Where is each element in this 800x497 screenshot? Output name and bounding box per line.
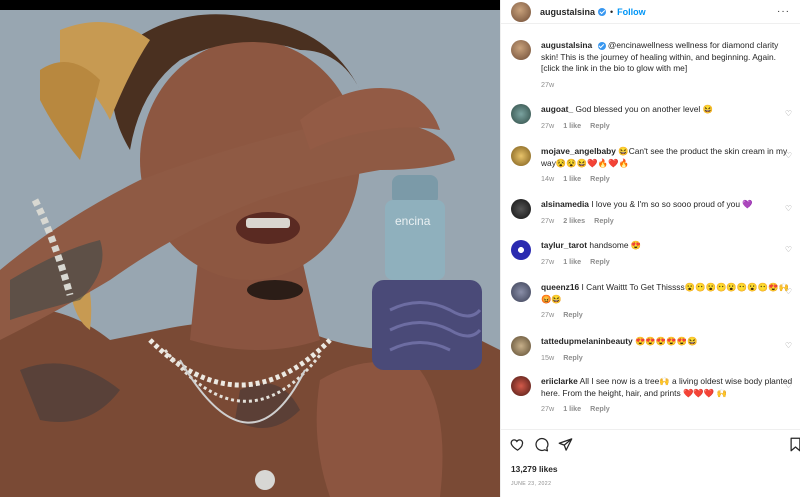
author-avatar[interactable] (511, 1, 531, 22)
comment-like-heart-icon[interactable]: ♡ (785, 341, 792, 350)
comment-item: alsinamedia I love you & I'm so so sooo … (511, 199, 796, 226)
reply-button[interactable]: Reply (590, 121, 610, 130)
more-options-button[interactable]: ··· (777, 6, 790, 17)
comment-username[interactable]: queenz16 (541, 282, 579, 292)
comment-username[interactable]: alsinamedia (541, 199, 589, 209)
comment-item: eriiclarke All I see now is a tree🙌 a li… (511, 376, 796, 415)
comment-like-heart-icon[interactable]: ♡ (785, 287, 792, 296)
follow-button[interactable]: Follow (617, 7, 646, 17)
caption: augustalsina @encinawellness wellness fo… (511, 40, 796, 90)
post-actions: 13,279 likes JUNE 23, 2022 (501, 429, 800, 497)
comment-likes[interactable]: 1 like (563, 404, 581, 413)
share-icon[interactable] (558, 437, 573, 452)
post-sidebar: augustalsina • Follow ··· augustalsina @… (500, 0, 800, 497)
comment-likes[interactable]: 2 likes (563, 216, 585, 225)
bookmark-icon[interactable] (788, 437, 800, 452)
comment-text: I love you & I'm so so sooo proud of you… (591, 199, 753, 209)
reply-button[interactable]: Reply (563, 310, 583, 319)
comment-text: All I see now is a tree🙌 a living oldest… (541, 376, 793, 398)
comment-time: 27w (541, 310, 555, 319)
reply-button[interactable]: Reply (590, 257, 610, 266)
heart-icon[interactable] (510, 437, 525, 452)
comment-like-heart-icon[interactable]: ♡ (785, 245, 792, 254)
commenter-avatar[interactable] (511, 199, 531, 219)
reply-button[interactable]: Reply (594, 216, 614, 225)
verified-icon (598, 7, 607, 16)
commenter-avatar[interactable] (511, 240, 531, 260)
reply-button[interactable]: Reply (563, 353, 583, 362)
comment-like-heart-icon[interactable]: ♡ (785, 109, 792, 118)
post-header: augustalsina • Follow ··· (501, 0, 800, 24)
commenter-avatar[interactable] (511, 282, 531, 302)
comment-like-heart-icon[interactable]: ♡ (785, 151, 792, 160)
comment-item: augoat_ God blessed you on another level… (511, 104, 796, 131)
comment-icon[interactable] (534, 437, 549, 452)
caption-time: 27w (541, 79, 555, 89)
comment-username[interactable]: eriiclarke (541, 376, 578, 386)
comment-item: taylur_tarot handsome 😍 27w 1 like Reply ♡ (511, 240, 796, 267)
photo-top-bar (0, 0, 500, 10)
bottle-brand-text: encina (395, 214, 431, 228)
comment-username[interactable]: taylur_tarot (541, 240, 587, 250)
commenter-avatar[interactable] (511, 146, 531, 166)
comment-text: 😍😍😍😍😍😆 (635, 336, 698, 346)
comment-likes[interactable]: 1 like (563, 257, 581, 266)
author-username[interactable]: augustalsina (540, 7, 595, 17)
comments-list[interactable]: augustalsina @encinawellness wellness fo… (501, 34, 800, 429)
comment-time: 27w (541, 215, 555, 225)
separator-dot: • (610, 6, 614, 17)
comment-text: handsome 😍 (589, 240, 642, 250)
comment-username[interactable]: augoat_ (541, 104, 573, 114)
comment-item: mojave_angelbaby 😆Can't see the product … (511, 146, 796, 185)
comment-time: 27w (541, 120, 555, 130)
post-photo[interactable]: encina (0, 0, 500, 497)
commenter-avatar[interactable] (511, 104, 531, 124)
comment-username[interactable]: mojave_angelbaby (541, 146, 616, 156)
comment-text: God blessed you on another level 😆 (575, 104, 713, 114)
likes-count[interactable]: 13,279 likes (511, 464, 558, 474)
comment-like-heart-icon[interactable]: ♡ (785, 204, 792, 213)
comment-likes[interactable]: 1 like (563, 121, 581, 130)
commenter-avatar[interactable] (511, 376, 531, 396)
comment-text: I Cant Waittt To Get Thissss😮😶😮😶😮😶😮😶😍🙌😡😆 (541, 282, 789, 304)
caption-username[interactable]: augustalsina (541, 40, 592, 50)
comment-item: queenz16 I Cant Waittt To Get Thissss😮😶😮… (511, 282, 796, 321)
reply-button[interactable]: Reply (590, 404, 610, 413)
commenter-avatar[interactable] (511, 336, 531, 356)
comment-time: 27w (541, 256, 555, 266)
verified-icon (597, 41, 606, 50)
comment-time: 15w (541, 352, 555, 362)
post-date: JUNE 23, 2022 (511, 481, 552, 487)
comment-likes[interactable]: 1 like (563, 174, 581, 183)
comment-time: 27w (541, 404, 555, 413)
comment-item: tattedupmelaninbeauty 😍😍😍😍😍😆 15w Reply ♡ (511, 336, 796, 363)
reply-button[interactable]: Reply (590, 174, 610, 183)
photo-illustration: encina (0, 10, 500, 497)
caption-avatar[interactable] (511, 40, 531, 60)
comment-like-heart-icon[interactable]: ♡ (785, 381, 792, 390)
comment-username[interactable]: tattedupmelaninbeauty (541, 336, 633, 346)
comment-time: 14w (541, 174, 555, 183)
